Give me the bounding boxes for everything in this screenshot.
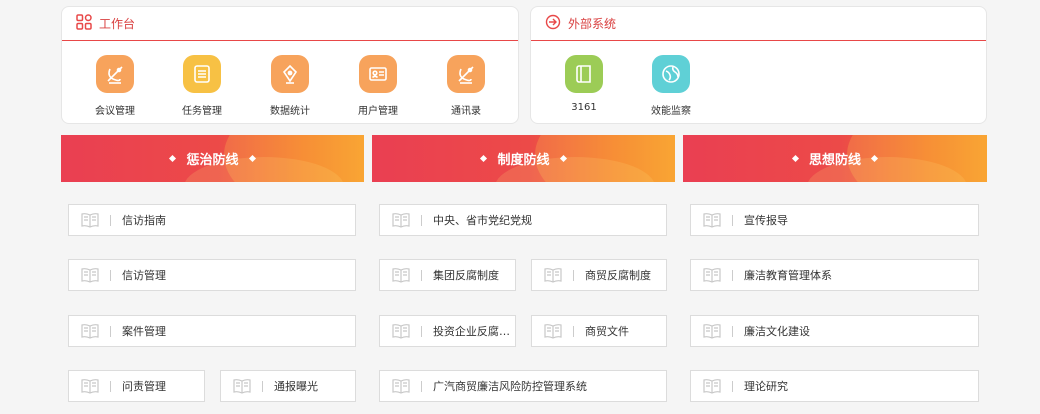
- link-label: 廉洁教育管理体系: [744, 269, 832, 282]
- id-card-icon: [359, 55, 397, 93]
- link-item[interactable]: 投资企业反腐制度: [379, 315, 516, 347]
- open-book-icon: [702, 378, 722, 394]
- open-book-icon: [702, 212, 722, 228]
- link-item[interactable]: 信访管理: [68, 259, 356, 291]
- external-header: 外部系统: [531, 7, 986, 41]
- app-efficiency[interactable]: 效能监察: [636, 55, 706, 117]
- open-book-icon: [391, 212, 411, 228]
- app-label: 用户管理: [358, 106, 398, 117]
- link-label: 信访管理: [122, 269, 166, 282]
- link-label: 中央、省市党纪党规: [433, 214, 532, 227]
- app-label: 效能监察: [651, 106, 691, 117]
- app-task[interactable]: 任务管理: [167, 55, 237, 117]
- app-label: 任务管理: [182, 106, 222, 117]
- open-book-icon: [391, 323, 411, 339]
- link-label: 通报曝光: [274, 380, 318, 393]
- task-list-icon: [183, 55, 221, 93]
- link-label: 问责管理: [122, 380, 166, 393]
- link-item[interactable]: 通报曝光: [220, 370, 356, 402]
- link-label: 宣传报导: [744, 214, 788, 227]
- link-label: 廉洁文化建设: [744, 325, 810, 338]
- banner-title: 思想防线: [808, 153, 861, 168]
- pen-nib-icon: [271, 55, 309, 93]
- open-book-icon: [543, 267, 563, 283]
- link-item[interactable]: 廉洁教育管理体系: [690, 259, 979, 291]
- open-book-icon: [80, 323, 100, 339]
- open-book-icon: [702, 267, 722, 283]
- book-icon: [565, 55, 603, 93]
- link-item[interactable]: 问责管理: [68, 370, 205, 402]
- app-label: 数据统计: [270, 106, 310, 117]
- open-book-icon: [391, 378, 411, 394]
- external-apps: 3161 效能监察: [531, 41, 986, 125]
- banner-title: 制度防线: [497, 153, 550, 168]
- workbench-title: 工作台: [99, 17, 136, 31]
- link-item[interactable]: 商贸反腐制度: [531, 259, 667, 291]
- app-label: 会议管理: [95, 106, 135, 117]
- diamond-icon: [169, 154, 177, 163]
- external-title: 外部系统: [568, 17, 617, 31]
- link-item[interactable]: 信访指南: [68, 204, 356, 236]
- satellite-dish-icon: [447, 55, 485, 93]
- diamond-icon: [559, 154, 567, 163]
- app-contacts[interactable]: 通讯录: [431, 55, 501, 117]
- link-item[interactable]: 商贸文件: [531, 315, 667, 347]
- link-item[interactable]: 集团反腐制度: [379, 259, 516, 291]
- banner-system[interactable]: 制度防线: [372, 135, 675, 182]
- banner-ideology[interactable]: 思想防线: [683, 135, 987, 182]
- diamond-icon: [791, 154, 800, 163]
- link-label: 商贸反腐制度: [585, 269, 651, 282]
- banner-punishment[interactable]: 惩治防线: [61, 135, 364, 182]
- external-panel: 外部系统 3161 效能监察: [530, 6, 987, 124]
- link-item[interactable]: 广汽商贸廉洁风险防控管理系统: [379, 370, 667, 402]
- open-book-icon: [702, 323, 722, 339]
- diamond-icon: [480, 154, 488, 163]
- app-users[interactable]: 用户管理: [343, 55, 413, 117]
- link-label: 案件管理: [122, 325, 166, 338]
- app-label: 3161: [571, 102, 597, 113]
- banner-title: 惩治防线: [186, 153, 239, 168]
- app-label: 通讯录: [451, 106, 481, 117]
- link-label: 商贸文件: [585, 325, 629, 338]
- app-3161[interactable]: 3161: [549, 55, 619, 113]
- diamond-icon: [248, 154, 256, 163]
- login-arrow-icon: [545, 14, 561, 33]
- grid-icon: [76, 14, 92, 33]
- open-book-icon: [80, 267, 100, 283]
- link-label: 广汽商贸廉洁风险防控管理系统: [433, 380, 587, 393]
- open-book-icon: [543, 323, 563, 339]
- open-book-icon: [232, 378, 252, 394]
- app-statistics[interactable]: 数据统计: [255, 55, 325, 117]
- open-book-icon: [80, 378, 100, 394]
- link-item[interactable]: 中央、省市党纪党规: [379, 204, 667, 236]
- satellite-dish-icon: [96, 55, 134, 93]
- workbench-apps: 会议管理 任务管理 数据统计 用户管理 通讯录: [62, 41, 518, 125]
- link-label: 投资企业反腐制度: [432, 325, 515, 338]
- link-item[interactable]: 廉洁文化建设: [690, 315, 979, 347]
- diamond-icon: [870, 154, 879, 163]
- link-item[interactable]: 案件管理: [68, 315, 356, 347]
- link-label: 理论研究: [744, 380, 788, 393]
- open-book-icon: [391, 267, 411, 283]
- workbench-header: 工作台: [62, 7, 518, 41]
- link-label: 信访指南: [122, 214, 166, 227]
- link-label: 集团反腐制度: [433, 269, 499, 282]
- link-item[interactable]: 理论研究: [690, 370, 979, 402]
- globe-icon: [652, 55, 690, 93]
- link-item[interactable]: 宣传报导: [690, 204, 979, 236]
- workbench-panel: 工作台 会议管理 任务管理 数据统计 用户管理 通讯录: [61, 6, 519, 124]
- open-book-icon: [80, 212, 100, 228]
- app-meeting[interactable]: 会议管理: [80, 55, 150, 117]
